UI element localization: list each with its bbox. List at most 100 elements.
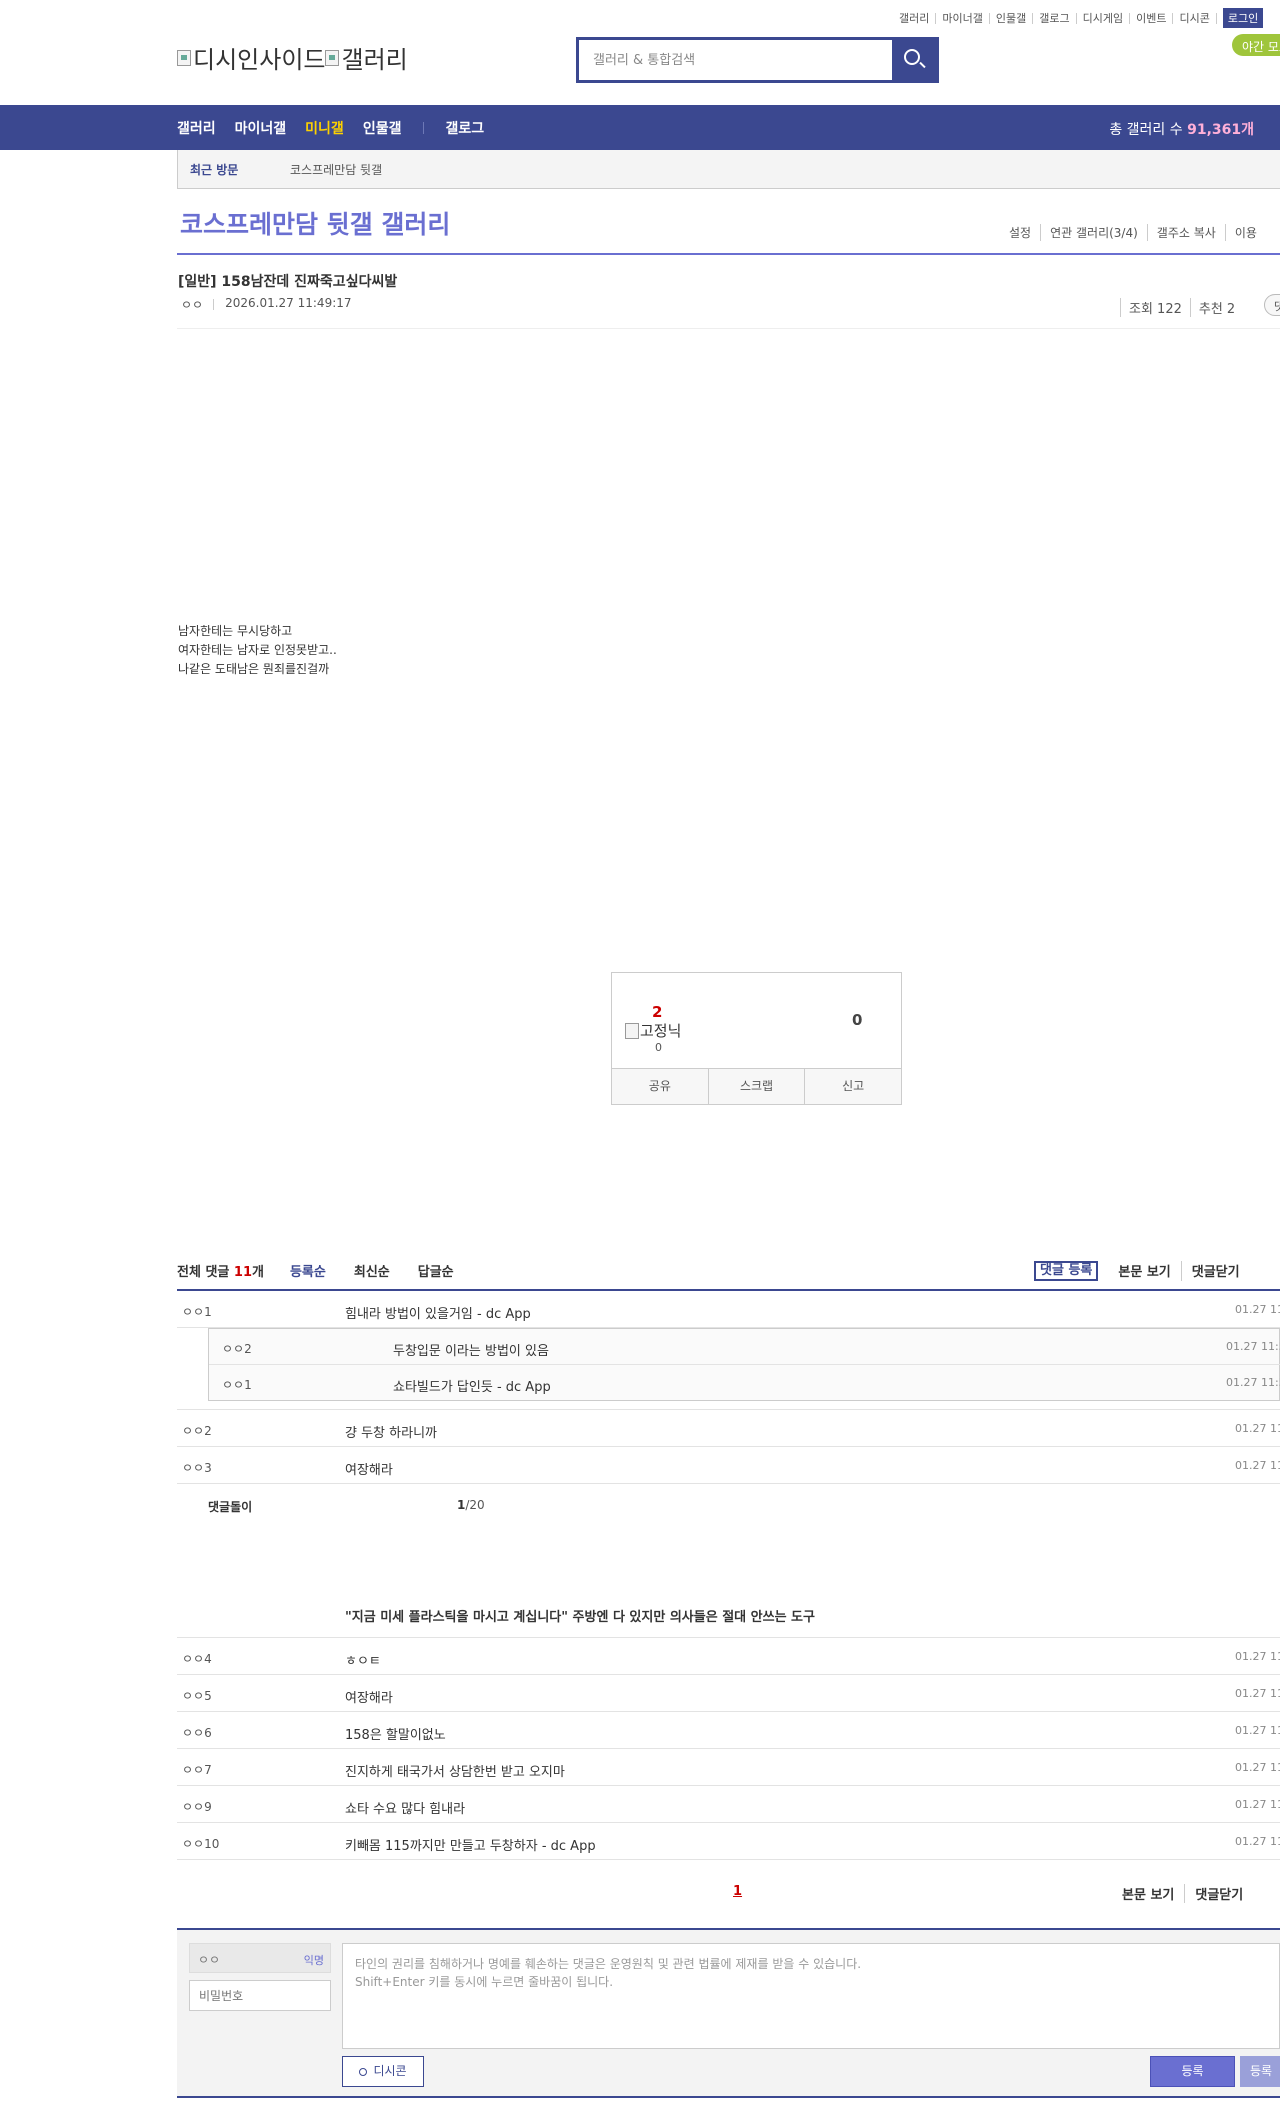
comment-text: 쇼타 수요 많다 힘내라	[345, 1802, 466, 1817]
comment-nick[interactable]: ㅇㅇ1	[182, 1303, 212, 1320]
comment-text: 힘내라 방법이 있을거임 - dc App	[345, 1307, 531, 1322]
topnav-dccon[interactable]: 디시콘	[1173, 12, 1217, 24]
comment-date: 01.27 11:	[1235, 1724, 1280, 1737]
comment-nick[interactable]: ㅇㅇ9	[182, 1798, 212, 1815]
comment-dolli-page: 1/20	[457, 1498, 485, 1512]
nav-minor-gallery[interactable]: 마이너갤	[235, 118, 287, 138]
fixed-nick-recommend[interactable]: 고정닉	[625, 1020, 681, 1041]
comment-page-1[interactable]: 1	[733, 1884, 742, 1899]
top-utility-nav: 갤러리 마이너갤 인물갤 갤로그 디시게임 이벤트 디시콘 로그인	[893, 8, 1264, 28]
comment-nick[interactable]: ㅇㅇ10	[182, 1835, 219, 1852]
fixed-nick-label: 고정닉	[640, 1022, 682, 1040]
logo-text-dcinside: 디시인사이드	[193, 46, 326, 74]
login-button[interactable]: 로그인	[1222, 8, 1264, 28]
view-post-button-bottom[interactable]: 본문 보기	[1122, 1884, 1184, 1903]
comment-nick[interactable]: ㅇㅇ3	[182, 1459, 212, 1476]
comment-total-unit: 개	[252, 1265, 264, 1280]
comment-nick[interactable]: ㅇㅇ7	[182, 1761, 212, 1778]
dccon-button[interactable]: 디시콘	[342, 2056, 424, 2087]
close-comments-button[interactable]: 댓글닫기	[1180, 1261, 1250, 1281]
sort-by-latest[interactable]: 최신순	[354, 1261, 390, 1291]
post-title: [일반] 158남잔데 진짜죽고싶다씨발	[178, 274, 398, 290]
gallery-options: 설정 연관 갤러리(3/4) 갤주소 복사 이용	[1000, 224, 1266, 241]
gallery-title[interactable]: 코스프레만담 뒷갤 갤러리	[180, 205, 450, 241]
nav-gallery[interactable]: 갤러리	[177, 118, 216, 138]
post-views: 조회 122	[1120, 298, 1190, 317]
post-body-line: 나같은 도태남은 뭔죄를진걸까	[178, 662, 330, 676]
submit-button[interactable]: 등록	[1150, 2056, 1235, 2087]
logo-text-gallery: 갤러리	[341, 46, 408, 74]
comment-jump-button[interactable]: 댓	[1264, 294, 1280, 316]
ad-link[interactable]: "지금 미세 플라스틱을 마시고 계십니다" 주방엔 다 있지만 의사들은 절대…	[345, 1606, 815, 1625]
search-icon	[904, 49, 920, 65]
comment-nick[interactable]: ㅇㅇ2	[182, 1422, 212, 1439]
comment-date: 01.27 11:	[1235, 1303, 1280, 1316]
gallery-usage[interactable]: 이용	[1224, 224, 1266, 241]
night-mode-button[interactable]: 야간 모드	[1232, 34, 1280, 56]
comment-write-box: ㅇㅇ 익명 타인의 권리를 침해하거나 명예를 훼손하는 댓글은 운영원칙 및 …	[177, 1930, 1280, 2098]
comment-row: ㅇㅇ9 쇼타 수요 많다 힘내라 01.27 11:	[177, 1786, 1280, 1823]
comment-text: 여장해라	[345, 1463, 393, 1478]
comment-nick[interactable]: ㅇㅇ5	[182, 1687, 212, 1704]
copy-gallery-url[interactable]: 갤주소 복사	[1146, 224, 1225, 241]
comment-textarea[interactable]: 타인의 권리를 침해하거나 명예를 훼손하는 댓글은 운영원칙 및 관련 법률에…	[342, 1943, 1280, 2049]
comment-register-button[interactable]: 댓글 등록	[1034, 1261, 1099, 1281]
title-divider	[177, 253, 1280, 255]
comment-date: 01.27 11:	[1235, 1687, 1280, 1700]
comment-row: ㅇㅇ3 여장해라 01.27 11:	[177, 1447, 1280, 1484]
comment-date: 01.27 11:	[1235, 1650, 1280, 1663]
broken-image-icon	[177, 49, 191, 66]
post-stats: 조회 122 추천 2 댓	[1120, 294, 1280, 317]
topnav-game[interactable]: 디시게임	[1077, 12, 1131, 24]
fixed-nick-count: 0	[655, 1041, 662, 1054]
close-comments-button-bottom[interactable]: 댓글닫기	[1184, 1884, 1253, 1903]
reply-nick[interactable]: ㅇㅇ1	[222, 1376, 252, 1393]
sort-by-registered[interactable]: 등록순	[290, 1261, 326, 1291]
recent-visit-label[interactable]: 최근 방문	[178, 161, 290, 178]
site-logo[interactable]: 디시인사이드 갤러리	[177, 40, 408, 75]
nickname-field[interactable]: ㅇㅇ 익명	[189, 1943, 331, 1973]
nav-person-gallery[interactable]: 인물갤	[363, 118, 402, 138]
topnav-event[interactable]: 이벤트	[1130, 12, 1174, 24]
nav-mini-gallery[interactable]: 미니갤	[305, 118, 344, 138]
post-body: 남자한테는 무시당하고 여자한테는 남자로 인정못받고.. 나같은 도태남은 뭔…	[178, 622, 337, 679]
dccon-label: 디시콘	[373, 2064, 407, 2078]
comment-nick[interactable]: ㅇㅇ6	[182, 1724, 212, 1741]
comment-nick[interactable]: ㅇㅇ4	[182, 1650, 212, 1667]
comment-total: 전체 댓글 11개	[177, 1261, 264, 1291]
comment-row: ㅇㅇ6 158은 할말이없노 01.27 11:	[177, 1712, 1280, 1749]
recent-visit-gallery[interactable]: 코스프레만담 뒷갤	[290, 161, 382, 178]
reply-nick[interactable]: ㅇㅇ2	[222, 1340, 252, 1357]
broken-image-icon	[625, 1022, 639, 1039]
comment-row: ㅇㅇ7 진지하게 태국가서 상담한번 받고 오지마 01.27 11:	[177, 1749, 1280, 1786]
gallery-settings[interactable]: 설정	[1000, 224, 1040, 241]
reply-text: 두창입문 이라는 방법이 있음	[393, 1344, 549, 1359]
search-button[interactable]	[892, 40, 936, 80]
report-button[interactable]: 신고	[804, 1069, 901, 1104]
topnav-gallog[interactable]: 갤로그	[1033, 12, 1077, 24]
total-gallery-value: 91,361개	[1187, 122, 1254, 138]
comment-text: 걍 두창 하라니까	[345, 1426, 437, 1441]
topnav-person[interactable]: 인물갤	[990, 12, 1034, 24]
topnav-gallery[interactable]: 갤러리	[893, 12, 937, 24]
sort-by-replies[interactable]: 답글순	[418, 1261, 454, 1291]
comment-row: ㅇㅇ10 키빼몸 115까지만 만들고 두창하자 - dc App 01.27 …	[177, 1823, 1280, 1860]
reply-row: ㅇㅇ2 두창입문 이라는 방법이 있음 01.27 11:5	[209, 1329, 1280, 1365]
main-nav: 갤러리 마이너갤 미니갤 인물갤 갤로그 총 갤러리 수 91,361개	[0, 105, 1280, 150]
comment-date: 01.27 11:	[1235, 1459, 1280, 1472]
anonymous-label: 익명	[303, 1954, 324, 1967]
topnav-minor[interactable]: 마이너갤	[936, 12, 990, 24]
share-button[interactable]: 공유	[612, 1069, 708, 1104]
recommend-box: 2 고정닉 0 0 공유 스크랩 신고	[611, 972, 902, 1105]
view-post-button[interactable]: 본문 보기	[1108, 1261, 1180, 1281]
post-author[interactable]: ㅇㅇ	[181, 296, 203, 313]
scrap-button[interactable]: 스크랩	[707, 1069, 805, 1104]
related-galleries[interactable]: 연관 갤러리(3/4)	[1040, 224, 1147, 241]
password-field[interactable]	[189, 1980, 331, 2011]
comment-text: 158은 할말이없노	[345, 1728, 446, 1743]
nav-gallog[interactable]: 갤로그	[445, 118, 484, 138]
search-input[interactable]	[579, 40, 892, 80]
submit-with-option-button[interactable]: 등록	[1240, 2056, 1280, 2087]
comment-total-label: 전체 댓글	[177, 1265, 230, 1280]
broken-image-icon	[325, 49, 340, 66]
